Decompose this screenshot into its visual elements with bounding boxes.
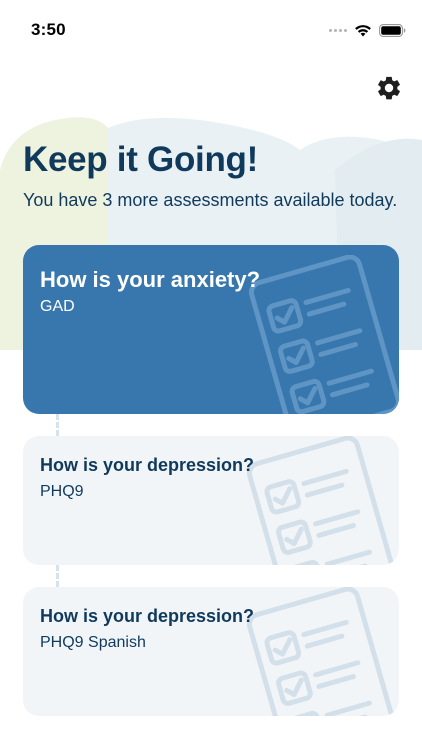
card-code: PHQ9 Spanish (40, 634, 146, 651)
card-title: How is your depression? (40, 455, 255, 475)
gear-icon (378, 76, 400, 100)
card-code: GAD (40, 298, 75, 315)
card-title: How is your anxiety? (40, 267, 261, 292)
checklist-icon (248, 255, 399, 414)
wifi-icon (355, 24, 371, 36)
status-icons (329, 22, 406, 38)
checklist-icon (246, 587, 399, 716)
assessment-card-anxiety[interactable]: How is your anxiety? GAD (23, 245, 399, 414)
status-time: 3:50 (31, 20, 66, 39)
settings-button[interactable] (375, 74, 403, 102)
checklist-icon (246, 436, 399, 565)
battery-icon (379, 23, 406, 37)
card-code: PHQ9 (40, 483, 84, 500)
assessment-card-depression[interactable]: How is your depression? PHQ9 (23, 436, 399, 565)
timeline-connector (56, 414, 59, 436)
signal-icon (329, 28, 347, 32)
assessment-card-depression-spanish[interactable]: How is your depression? PHQ9 Spanish (23, 587, 399, 716)
card-title: How is your depression? (40, 606, 255, 626)
timeline-connector (56, 565, 59, 587)
page-title: Keep it Going! (23, 140, 258, 179)
page-subtitle: You have 3 more assessments available to… (23, 190, 398, 210)
status-bar: 3:50 (0, 0, 422, 60)
